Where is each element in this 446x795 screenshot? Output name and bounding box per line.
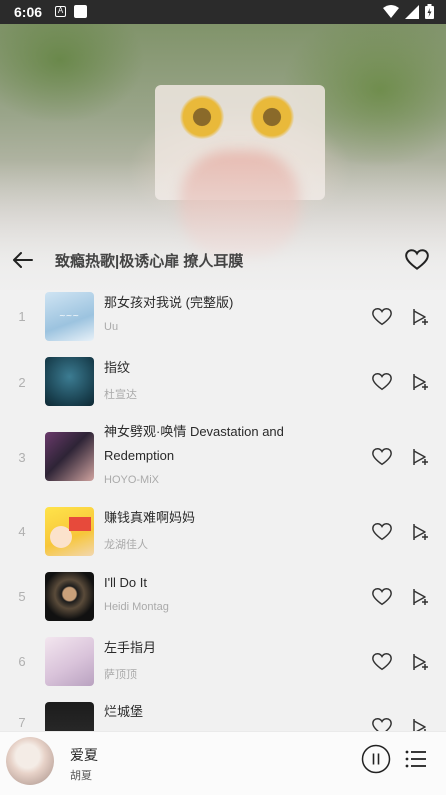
song-row-2[interactable]: 2 指纹 杜宣达 [0, 349, 446, 415]
like-heart-icon[interactable] [371, 716, 393, 731]
album-cover: ~~~ [45, 292, 94, 341]
song-title: I'll Do It [104, 575, 147, 590]
share-icon[interactable] [411, 372, 431, 392]
song-title: 那女孩对我说 (完整版) [104, 295, 234, 310]
share-icon[interactable] [411, 652, 431, 672]
battery-icon [425, 4, 434, 19]
album-cover [45, 357, 94, 406]
album-cover [45, 432, 94, 481]
now-playing-title: 爱夏 [70, 747, 98, 763]
song-row-3[interactable]: 3 神女劈观·唤情 Devastation and Redemption HOY… [0, 415, 446, 493]
song-index: 7 [18, 715, 26, 730]
status-bar: 6:06 A [0, 0, 446, 24]
mini-player[interactable]: 爱夏 胡夏 [0, 731, 446, 795]
now-playing-artist: 胡夏 [70, 770, 92, 782]
song-index: 4 [18, 524, 26, 539]
song-row-6[interactable]: 6 左手指月 萨顶顶 [0, 628, 446, 694]
header-bar: 致瘾热歌|极诱心扉 撩人耳膜 [0, 243, 446, 277]
song-artist: 龙湖佳人 [104, 539, 148, 551]
pause-icon[interactable] [361, 744, 391, 774]
back-arrow-icon[interactable] [10, 247, 36, 273]
song-artist: Uu [104, 321, 119, 333]
song-title: 赚钱真难啊妈妈 [104, 510, 196, 525]
song-index: 1 [18, 309, 26, 324]
share-icon[interactable] [411, 522, 431, 542]
page-title: 致瘾热歌|极诱心扉 撩人耳膜 [55, 253, 244, 270]
favorite-playlist-heart-icon[interactable] [404, 247, 430, 273]
album-cover [45, 572, 94, 621]
like-heart-icon[interactable] [371, 371, 393, 393]
song-title: 左手指月 [104, 640, 157, 655]
song-artist: HOYO-MiX [104, 474, 159, 486]
wifi-icon [383, 4, 399, 18]
song-index: 3 [18, 450, 26, 465]
song-row-4[interactable]: 4 赚钱真难啊妈妈 龙湖佳人 [0, 498, 446, 564]
like-heart-icon[interactable] [371, 651, 393, 673]
share-icon[interactable] [411, 717, 431, 731]
song-title: 烂城堡 [104, 704, 144, 719]
song-index: 5 [18, 589, 26, 604]
share-icon[interactable] [411, 587, 431, 607]
song-row-5[interactable]: 5 I'll Do It Heidi Montag [0, 563, 446, 629]
svg-text:~~~: ~~~ [59, 311, 79, 320]
notification-a-icon: A [55, 6, 66, 17]
like-heart-icon[interactable] [371, 306, 393, 328]
share-icon[interactable] [411, 307, 431, 327]
like-heart-icon[interactable] [371, 586, 393, 608]
signal-icon [405, 4, 419, 19]
notification-square-icon [74, 5, 87, 18]
like-heart-icon[interactable] [371, 521, 393, 543]
song-artist: 萨顶顶 [104, 669, 137, 681]
song-index: 2 [18, 375, 26, 390]
sunflower-left [180, 95, 224, 139]
album-cover [45, 637, 94, 686]
album-cover [45, 702, 94, 731]
sunflower-right [250, 95, 294, 139]
song-title: 指纹 [104, 360, 131, 375]
album-cover [45, 507, 94, 556]
song-index: 6 [18, 654, 26, 669]
song-artist: 杜宣达 [104, 389, 137, 401]
share-icon[interactable] [411, 447, 431, 467]
like-heart-icon[interactable] [371, 446, 393, 468]
now-playing-cover[interactable] [6, 737, 54, 785]
song-title: 神女劈观·唤情 Devastation and Redemption [104, 424, 284, 463]
playlist-icon[interactable] [404, 748, 428, 770]
status-icons [383, 4, 434, 19]
status-time: 6:06 [14, 4, 43, 20]
song-artist: Heidi Montag [104, 601, 169, 613]
song-row-7[interactable]: 7 烂城堡 [0, 693, 446, 731]
song-row-1[interactable]: 1 ~~~ 那女孩对我说 (完整版) Uu [0, 283, 446, 349]
